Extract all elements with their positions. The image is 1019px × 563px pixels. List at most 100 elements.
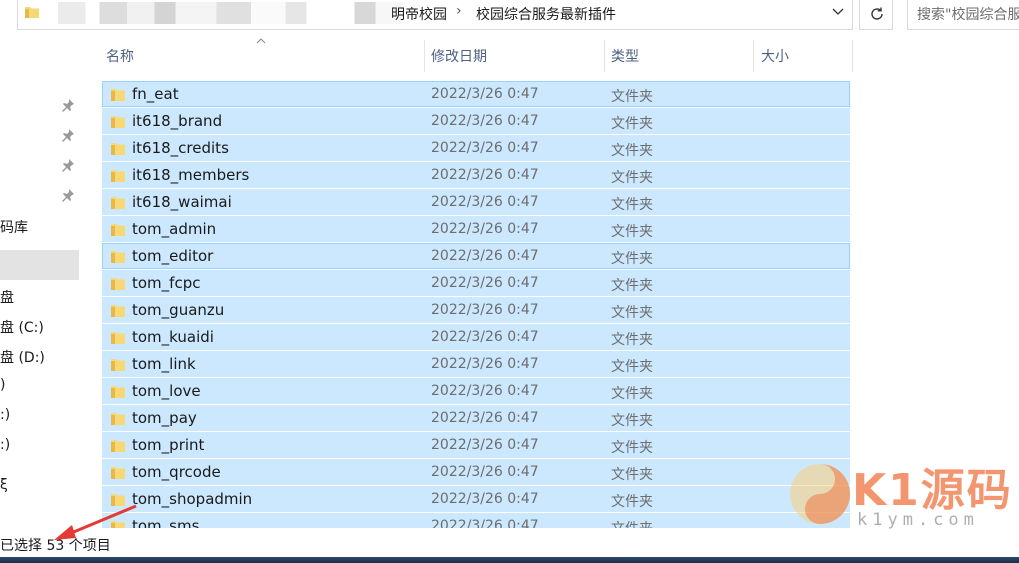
- file-row[interactable]: tom_kuaidi 2022/3/26 0:47 文件夹: [102, 324, 850, 350]
- folder-icon: [111, 305, 125, 317]
- column-header-size[interactable]: 大小: [761, 46, 789, 66]
- file-modified: 2022/3/26 0:47: [431, 248, 539, 264]
- file-type: 文件夹: [611, 359, 653, 375]
- file-row[interactable]: it618_members 2022/3/26 0:47 文件夹: [102, 162, 850, 188]
- file-row[interactable]: tom_admin 2022/3/26 0:47 文件夹: [102, 216, 850, 242]
- refresh-icon: [871, 7, 883, 20]
- nav-selected-highlight[interactable]: [0, 250, 79, 280]
- nav-item-drive-e[interactable]: ): [0, 377, 5, 393]
- file-type: 文件夹: [611, 278, 653, 294]
- file-row[interactable]: it618_credits 2022/3/26 0:47 文件夹: [102, 135, 850, 161]
- file-row[interactable]: it618_brand 2022/3/26 0:47 文件夹: [102, 108, 850, 134]
- nav-item-drive-d[interactable]: 盘 (D:): [0, 347, 45, 367]
- file-modified: 2022/3/26 0:47: [431, 140, 539, 156]
- file-modified: 2022/3/26 0:47: [431, 410, 539, 426]
- file-modified: 2022/3/26 0:47: [431, 275, 539, 291]
- file-name: tom_sms: [132, 517, 200, 528]
- file-row[interactable]: tom_shopadmin 2022/3/26 0:47 文件夹: [102, 486, 850, 512]
- nav-item-library[interactable]: 码库: [0, 217, 28, 237]
- file-row[interactable]: tom_love 2022/3/26 0:47 文件夹: [102, 378, 850, 404]
- file-name: tom_editor: [132, 247, 214, 265]
- file-type: 文件夹: [611, 518, 653, 528]
- pin-icon[interactable]: [61, 158, 75, 172]
- nav-item-drive-f[interactable]: :): [0, 407, 10, 423]
- column-divider[interactable]: [852, 40, 853, 72]
- column-divider[interactable]: [753, 40, 754, 72]
- column-divider[interactable]: [424, 40, 425, 72]
- pin-icon[interactable]: [61, 188, 75, 202]
- file-type: 文件夹: [611, 89, 653, 105]
- annotation-arrow-icon: [54, 504, 137, 540]
- file-modified: 2022/3/26 0:47: [431, 113, 539, 129]
- nav-item-network[interactable]: ξ: [0, 477, 8, 493]
- address-bar[interactable]: 明帝校园 › 校园综合服务最新插件: [17, 0, 853, 30]
- file-modified: 2022/3/26 0:47: [431, 86, 539, 102]
- file-row[interactable]: tom_pay 2022/3/26 0:47 文件夹: [102, 405, 850, 431]
- column-header-type[interactable]: 类型: [611, 46, 639, 66]
- refresh-button[interactable]: [859, 0, 893, 30]
- search-input[interactable]: 搜索"校园综合服: [907, 0, 1019, 30]
- folder-icon: [111, 467, 125, 479]
- breadcrumb-separator-icon[interactable]: ›: [456, 3, 462, 19]
- nav-item-drive[interactable]: 盘: [0, 287, 14, 307]
- breadcrumb-item[interactable]: 校园综合服务最新插件: [476, 4, 616, 24]
- chevron-down-icon[interactable]: [832, 5, 844, 17]
- folder-icon: [111, 116, 125, 128]
- folder-icon: [111, 413, 125, 425]
- file-name: tom_qrcode: [132, 463, 221, 481]
- file-name: tom_love: [132, 382, 201, 400]
- file-name: fn_eat: [132, 85, 179, 103]
- file-row[interactable]: tom_sms 2022/3/26 0:47 文件夹: [102, 513, 850, 528]
- file-type: 文件夹: [611, 197, 653, 213]
- file-modified: 2022/3/26 0:47: [431, 221, 539, 237]
- pin-icon[interactable]: [61, 98, 75, 112]
- file-type: 文件夹: [611, 224, 653, 240]
- folder-icon: [111, 197, 125, 209]
- folder-icon: [111, 170, 125, 182]
- file-row[interactable]: fn_eat 2022/3/26 0:47 文件夹: [102, 81, 850, 107]
- nav-item-drive-g[interactable]: :): [0, 437, 10, 453]
- file-modified: 2022/3/26 0:47: [431, 167, 539, 183]
- file-name: tom_link: [132, 355, 196, 373]
- folder-icon: [111, 440, 125, 452]
- folder-icon: [111, 251, 125, 263]
- file-type: 文件夹: [611, 332, 653, 348]
- file-name: tom_fcpc: [132, 274, 201, 292]
- file-modified: 2022/3/26 0:47: [431, 464, 539, 480]
- column-header-modified[interactable]: 修改日期: [431, 46, 487, 66]
- column-header-name[interactable]: 名称: [106, 46, 134, 66]
- file-row[interactable]: tom_editor 2022/3/26 0:47 文件夹: [102, 243, 850, 269]
- file-type: 文件夹: [611, 143, 653, 159]
- file-type: 文件夹: [611, 305, 653, 321]
- file-row[interactable]: tom_fcpc 2022/3/26 0:47 文件夹: [102, 270, 850, 296]
- file-name: it618_brand: [132, 112, 223, 130]
- breadcrumb-item[interactable]: 明帝校园: [391, 4, 447, 24]
- pin-icon[interactable]: [61, 128, 75, 142]
- file-modified: 2022/3/26 0:47: [431, 383, 539, 399]
- file-type: 文件夹: [611, 440, 653, 456]
- column-divider[interactable]: [604, 40, 605, 72]
- folder-icon: [111, 278, 125, 290]
- file-type: 文件夹: [611, 386, 653, 402]
- file-type: 文件夹: [611, 170, 653, 186]
- file-row[interactable]: it618_waimai 2022/3/26 0:47 文件夹: [102, 189, 850, 215]
- file-modified: 2022/3/26 0:47: [431, 491, 539, 507]
- file-row[interactable]: tom_link 2022/3/26 0:47 文件夹: [102, 351, 850, 377]
- taskbar-edge: [0, 557, 1019, 563]
- file-row[interactable]: tom_qrcode 2022/3/26 0:47 文件夹: [102, 459, 850, 485]
- file-modified: 2022/3/26 0:47: [431, 518, 539, 528]
- file-type: 文件夹: [611, 251, 653, 267]
- file-type: 文件夹: [611, 494, 653, 510]
- file-name: it618_credits: [132, 139, 229, 157]
- folder-icon: [25, 7, 39, 18]
- file-row[interactable]: tom_guanzu 2022/3/26 0:47 文件夹: [102, 297, 850, 323]
- redacted-path: [58, 2, 403, 24]
- file-type: 文件夹: [611, 467, 653, 483]
- nav-item-drive-c[interactable]: 盘 (C:): [0, 317, 44, 337]
- watermark-url: k1ym.com: [857, 510, 979, 530]
- file-row[interactable]: tom_print 2022/3/26 0:47 文件夹: [102, 432, 850, 458]
- folder-icon: [111, 359, 125, 371]
- file-name: it618_members: [132, 166, 250, 184]
- watermark-brand: K1源码: [852, 465, 1013, 516]
- file-modified: 2022/3/26 0:47: [431, 437, 539, 453]
